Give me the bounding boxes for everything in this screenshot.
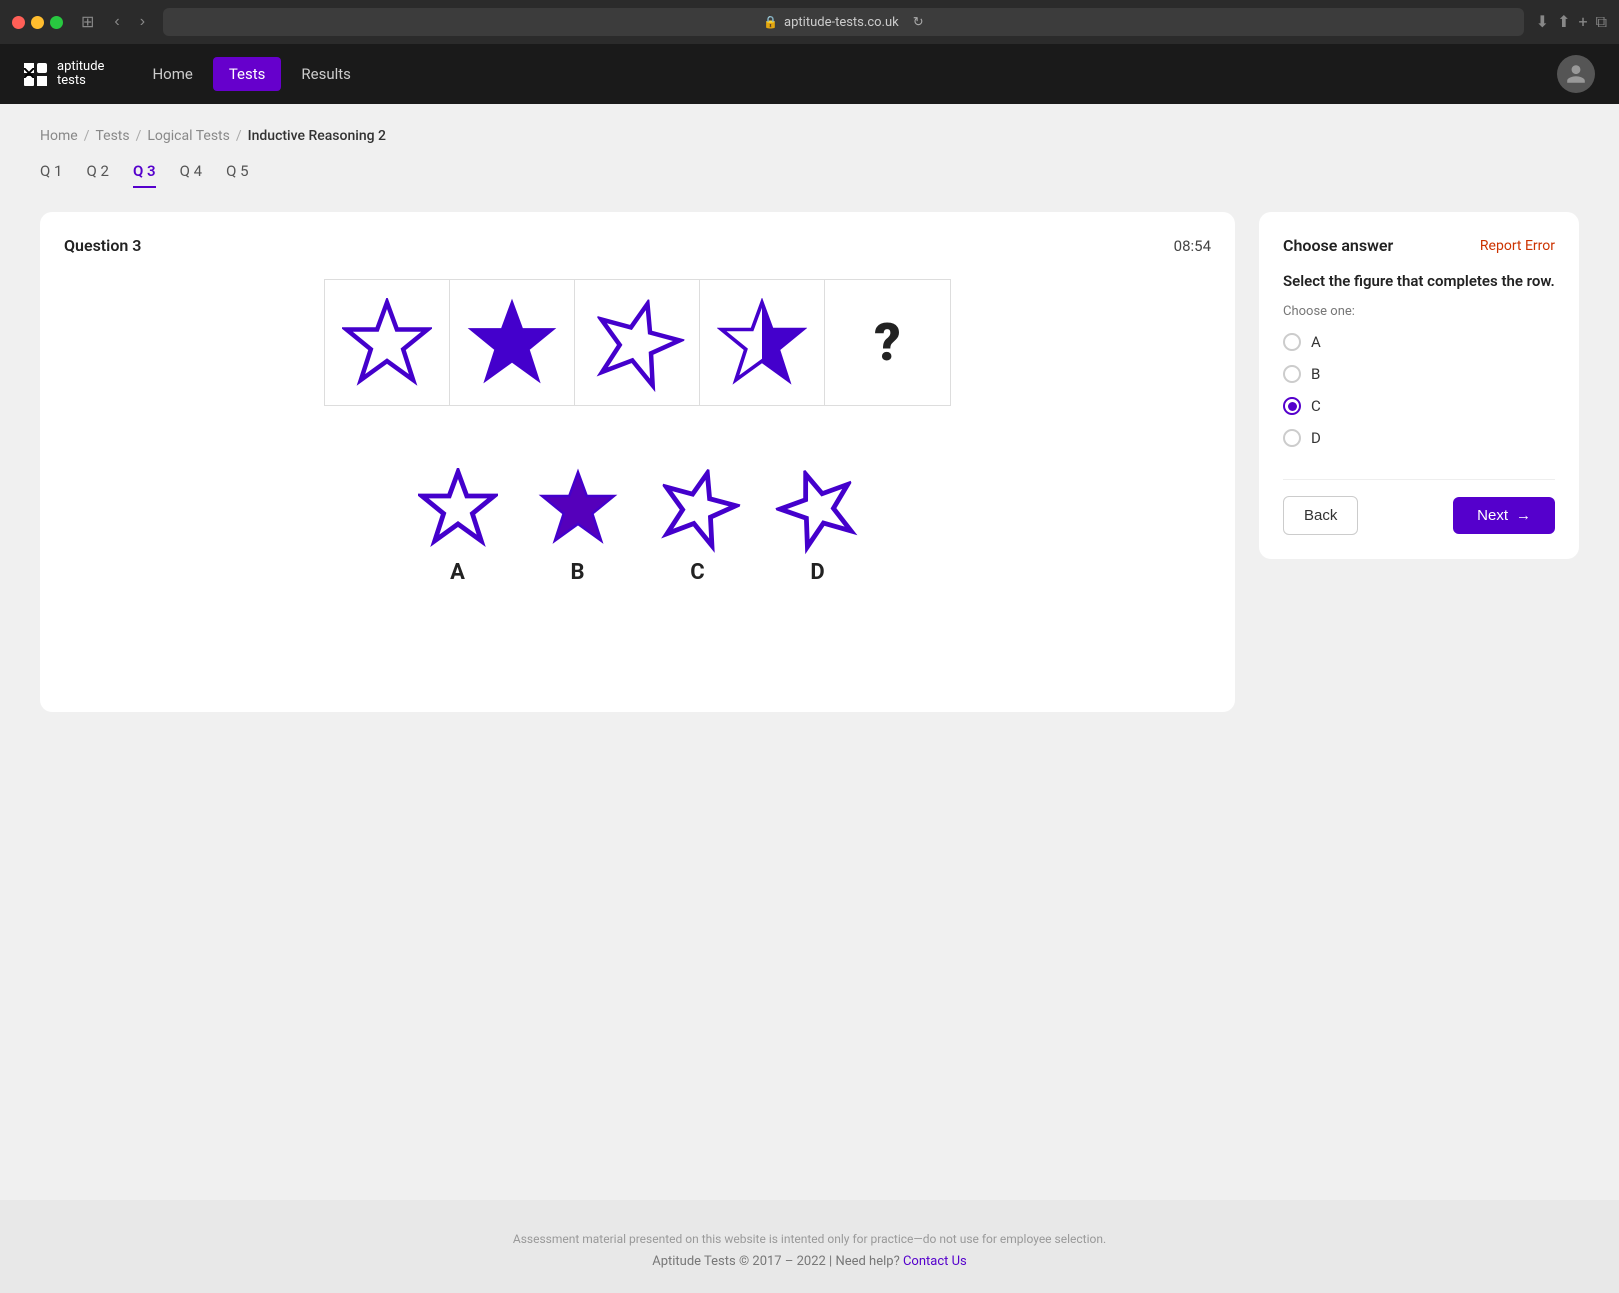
download-icon[interactable]: ⬇ xyxy=(1536,12,1549,32)
answer-option-b[interactable]: B xyxy=(538,468,618,585)
pattern-cell-5: ? xyxy=(825,280,950,405)
breadcrumb-tests[interactable]: Tests xyxy=(95,128,129,144)
answer-option-c[interactable]: C xyxy=(658,468,738,585)
tab-q4[interactable]: Q 4 xyxy=(180,162,202,188)
answer-choices-row: A B C xyxy=(64,468,1211,585)
answer-label-a: A xyxy=(450,560,465,585)
logo-area: aptitude tests xyxy=(24,60,104,89)
radio-btn-c[interactable] xyxy=(1283,397,1301,415)
panel-actions: Back Next → xyxy=(1283,496,1555,535)
choose-answer-label: Choose answer xyxy=(1283,236,1393,255)
share-icon[interactable]: ⬆ xyxy=(1557,12,1570,32)
answer-panel-header: Choose answer Report Error xyxy=(1283,236,1555,255)
pattern-row: ? xyxy=(324,279,951,406)
next-label: Next xyxy=(1477,507,1508,524)
browser-actions: ⬇ ⬆ + ⧉ xyxy=(1536,12,1607,32)
tab-q3[interactable]: Q 3 xyxy=(133,162,156,188)
logo-text: aptitude tests xyxy=(57,60,104,89)
pattern-cell-1 xyxy=(325,280,450,405)
close-dot[interactable] xyxy=(12,16,25,29)
question-timer: 08:54 xyxy=(1174,237,1211,255)
answer-label-d: D xyxy=(810,560,824,585)
maximize-dot[interactable] xyxy=(50,16,63,29)
content-layout: Question 3 08:54 xyxy=(40,212,1579,712)
logo-icon xyxy=(24,63,47,86)
nav-home[interactable]: Home xyxy=(136,57,208,91)
page-wrapper: Home / Tests / Logical Tests / Inductive… xyxy=(0,104,1619,1200)
nav-links: Home Tests Results xyxy=(136,57,1557,91)
question-header: Question 3 08:54 xyxy=(64,236,1211,255)
browser-chrome: ⊞ ‹ › 🔒 aptitude-tests.co.uk ↻ ⬇ ⬆ + ⧉ xyxy=(0,0,1619,44)
radio-option-c[interactable]: C xyxy=(1283,397,1555,415)
minimize-dot[interactable] xyxy=(31,16,44,29)
nav-tests[interactable]: Tests xyxy=(213,57,282,91)
nav-results[interactable]: Results xyxy=(285,57,367,91)
contact-us-link[interactable]: Contact Us xyxy=(903,1254,967,1269)
tab-q2[interactable]: Q 2 xyxy=(86,162,108,188)
footer-copyright: Aptitude Tests © 2017 – 2022 | Need help… xyxy=(16,1254,1603,1269)
browser-nav: ⊞ ‹ › xyxy=(75,10,151,34)
breadcrumb: Home / Tests / Logical Tests / Inductive… xyxy=(40,128,1579,144)
footer-disclaimer: Assessment material presented on this we… xyxy=(16,1232,1603,1246)
back-button[interactable]: Back xyxy=(1283,496,1358,535)
radio-option-d[interactable]: D xyxy=(1283,429,1555,447)
breadcrumb-current: Inductive Reasoning 2 xyxy=(248,128,386,144)
address-bar[interactable]: 🔒 aptitude-tests.co.uk ↻ xyxy=(163,8,1524,36)
user-avatar[interactable] xyxy=(1557,55,1595,93)
answer-option-d[interactable]: D xyxy=(778,468,858,585)
url-text: aptitude-tests.co.uk xyxy=(784,15,899,30)
radio-btn-b[interactable] xyxy=(1283,365,1301,383)
lock-icon: 🔒 xyxy=(763,15,778,29)
question-title: Question 3 xyxy=(64,236,141,255)
answer-panel: Choose answer Report Error Select the fi… xyxy=(1259,212,1579,559)
next-button[interactable]: Next → xyxy=(1453,497,1555,534)
forward-button[interactable]: › xyxy=(134,11,151,33)
radio-text-b: B xyxy=(1311,365,1320,383)
radio-text-d: D xyxy=(1311,429,1321,447)
answer-label-c: C xyxy=(690,560,704,585)
windows-icon[interactable]: ⧉ xyxy=(1596,12,1607,32)
radio-option-b[interactable]: B xyxy=(1283,365,1555,383)
choose-one-text: Choose one: xyxy=(1283,304,1555,319)
answer-option-a[interactable]: A xyxy=(418,468,498,585)
radio-option-a[interactable]: A xyxy=(1283,333,1555,351)
pattern-cell-3 xyxy=(575,280,700,405)
breadcrumb-home[interactable]: Home xyxy=(40,128,78,144)
navbar: aptitude tests Home Tests Results xyxy=(0,44,1619,104)
pattern-cell-2 xyxy=(450,280,575,405)
answer-label-b: B xyxy=(570,560,584,585)
radio-btn-a[interactable] xyxy=(1283,333,1301,351)
question-card: Question 3 08:54 xyxy=(40,212,1235,712)
tab-q5[interactable]: Q 5 xyxy=(226,162,248,188)
report-error-link[interactable]: Report Error xyxy=(1480,238,1555,254)
back-button[interactable]: ‹ xyxy=(108,11,125,33)
question-tabs: Q 1 Q 2 Q 3 Q 4 Q 5 xyxy=(40,162,1579,188)
question-mark: ? xyxy=(874,312,901,373)
radio-text-a: A xyxy=(1311,333,1321,351)
refresh-icon[interactable]: ↻ xyxy=(913,15,924,30)
instruction-text: Select the figure that completes the row… xyxy=(1283,271,1555,292)
radio-options: A B C D xyxy=(1283,333,1555,447)
footer: Assessment material presented on this we… xyxy=(0,1200,1619,1293)
new-tab-icon[interactable]: + xyxy=(1578,12,1587,32)
tab-q1[interactable]: Q 1 xyxy=(40,162,62,188)
breadcrumb-logical[interactable]: Logical Tests xyxy=(147,128,229,144)
pattern-cell-4 xyxy=(700,280,825,405)
browser-dots xyxy=(12,16,63,29)
sidebar-toggle-button[interactable]: ⊞ xyxy=(75,10,100,34)
next-arrow-icon: → xyxy=(1516,507,1531,524)
radio-btn-d[interactable] xyxy=(1283,429,1301,447)
radio-text-c: C xyxy=(1311,397,1321,415)
